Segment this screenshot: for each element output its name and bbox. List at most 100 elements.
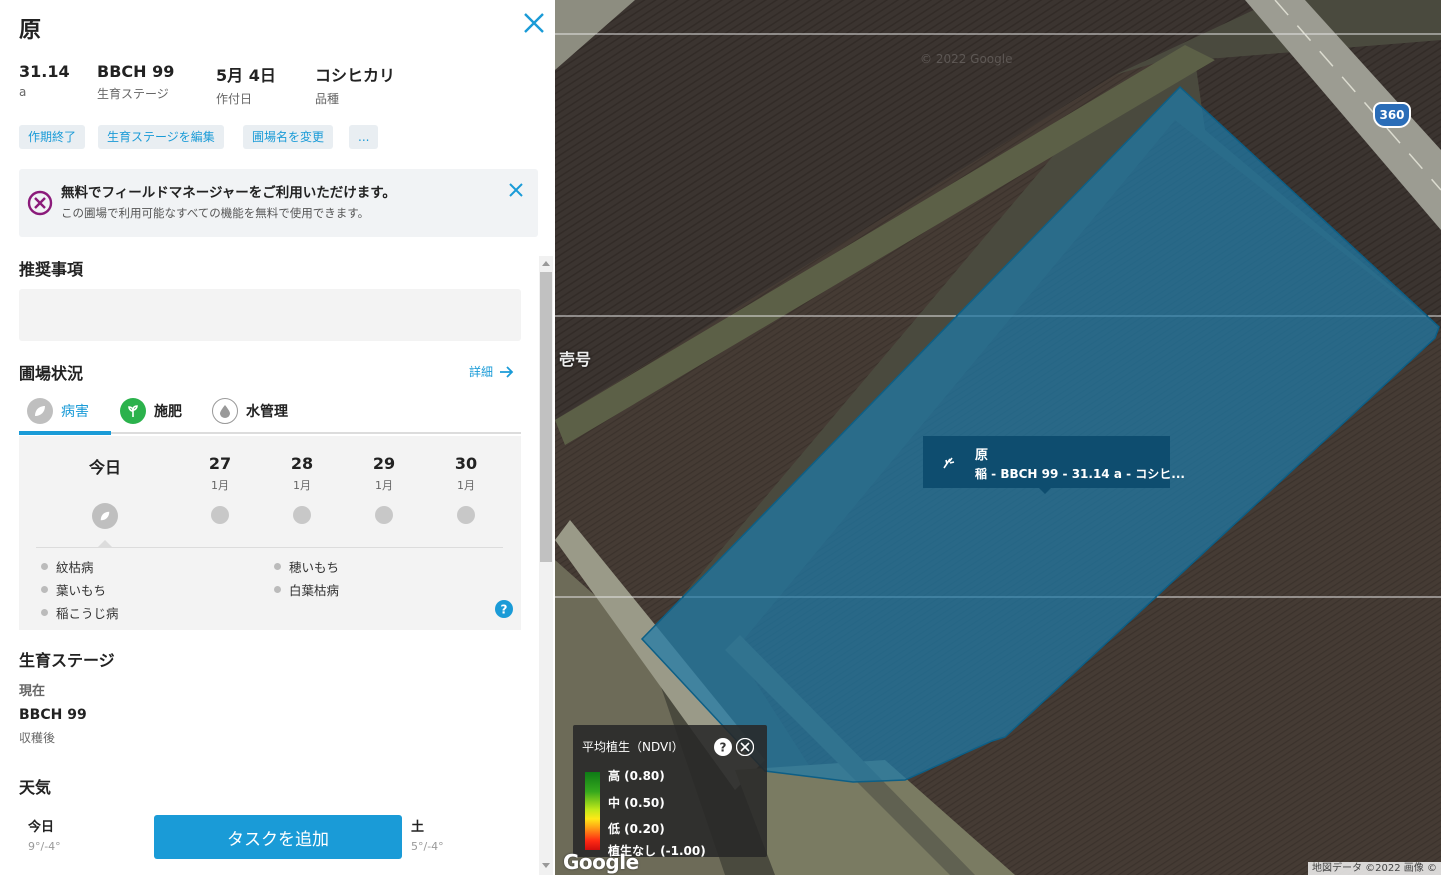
forecast-day-today[interactable]: 今日 <box>80 454 130 482</box>
forecast-day[interactable]: 30 1月 <box>441 454 491 493</box>
route-shield: 360 <box>1373 102 1411 128</box>
detail-link[interactable]: 詳細 <box>469 363 515 380</box>
fieldmanager-logo-icon <box>27 190 53 216</box>
stat-label: 品種 <box>315 92 340 106</box>
legend-item: 中 (0.50) <box>608 796 665 810</box>
forecast-day[interactable]: 28 1月 <box>277 454 327 493</box>
weather-temp: 5°/-4° <box>411 840 444 853</box>
day-label: 今日 <box>88 458 121 477</box>
tab-label: 水管理 <box>246 404 288 420</box>
weather-day: 今日 <box>28 820 55 835</box>
google-logo: Google <box>563 850 639 874</box>
weather-title: 天気 <box>19 778 52 797</box>
svg-text:?: ? <box>501 603 508 617</box>
panel-scrollbar[interactable] <box>539 256 553 875</box>
tooltip-title: 原 <box>975 448 989 463</box>
legend-item: 低 (0.20) <box>608 822 665 836</box>
day-label: 30 <box>454 454 478 473</box>
svg-text:?: ? <box>720 741 727 755</box>
detail-link-label: 詳細 <box>469 365 494 379</box>
forecast-day[interactable]: 29 1月 <box>359 454 409 493</box>
leaf-icon <box>27 398 53 424</box>
satellite-map[interactable]: 360 壱号 © 2022 Google 原 稲 - BBCH 99 - 31.… <box>555 0 1441 875</box>
risk-dot <box>375 506 393 524</box>
disease-item: 稲こうじ病 <box>38 603 119 622</box>
scrollbar-thumb[interactable] <box>540 272 552 562</box>
tab-label: 病害 <box>61 404 89 420</box>
legend-close-icon[interactable] <box>736 738 754 756</box>
selected-day-caret <box>98 540 112 547</box>
water-drop-icon <box>212 398 238 424</box>
stat-label: a <box>19 85 27 99</box>
disease-item: 白葉枯病 <box>271 580 339 599</box>
legend-help-icon[interactable]: ? <box>714 738 732 756</box>
help-icon[interactable]: ? <box>495 600 513 618</box>
risk-dot <box>211 506 229 524</box>
stat-area: 31.14 a <box>19 62 70 99</box>
rice-icon <box>943 457 955 469</box>
stat-value: BBCH 99 <box>97 62 175 81</box>
field-tooltip[interactable]: 原 稲 - BBCH 99 - 31.14 a - コシヒ... <box>923 436 1185 494</box>
month-label: 1月 <box>375 479 393 492</box>
risk-leaf-icon <box>92 503 118 529</box>
growth-stage-title: 生育ステージ <box>19 651 115 670</box>
risk-dot <box>457 506 475 524</box>
day-label: 29 <box>372 454 396 473</box>
disease-item: 穂いもち <box>271 557 339 576</box>
legend-title: 平均植生（NDVI） <box>582 740 684 754</box>
stat-value: 5月 4日 <box>216 66 276 85</box>
disease-item: 葉いもち <box>38 580 106 599</box>
stat-variety: コシヒカリ 品種 <box>315 62 395 107</box>
forecast-divider <box>36 547 503 548</box>
tab-water[interactable]: 水管理 <box>212 398 288 424</box>
tab-fertilizer[interactable]: 施肥 <box>120 398 182 424</box>
add-task-button[interactable]: タスクを追加 <box>154 815 402 859</box>
promo-close-icon[interactable] <box>508 182 524 198</box>
more-actions-button[interactable]: ... <box>349 125 379 149</box>
map-attribution[interactable]: 地図データ ©2022 画像 © <box>1308 862 1441 875</box>
tab-label: 施肥 <box>154 404 182 420</box>
legend-item: 高 (0.80) <box>608 769 665 783</box>
close-icon[interactable] <box>521 10 547 36</box>
forecast-day[interactable]: 27 1月 <box>195 454 245 493</box>
promo-subtitle: この圃場で利用可能なすべての機能を無料で使用できます。 <box>61 206 370 220</box>
disease-forecast-card: 今日 27 1月 28 1月 29 1月 30 1月 紋枯病 葉いもち 稲こうじ… <box>19 436 521 630</box>
scroll-up-icon[interactable] <box>542 260 550 266</box>
place-label: 壱号 <box>559 350 592 369</box>
sprout-icon <box>120 398 146 424</box>
growth-stage-value: BBCH 99 <box>19 707 87 723</box>
recommendations-title: 推奨事項 <box>19 260 84 279</box>
day-label: 27 <box>208 454 232 473</box>
scroll-down-icon[interactable] <box>542 863 550 869</box>
map-watermark: © 2022 Google <box>920 52 1013 66</box>
stat-value: コシヒカリ <box>315 66 396 85</box>
ndvi-color-scale <box>585 772 600 850</box>
risk-dot <box>293 506 311 524</box>
tab-active-indicator <box>19 431 111 435</box>
rename-field-button[interactable]: 圃場名を変更 <box>243 125 334 149</box>
ndvi-legend: 平均植生（NDVI） ? 高 (0.80) 中 (0.50) 低 (0.20) … <box>573 725 767 858</box>
stat-growth-stage: BBCH 99 生育ステージ <box>97 62 174 102</box>
end-season-button[interactable]: 作期終了 <box>19 125 86 149</box>
stat-value: 31.14 <box>19 62 70 81</box>
month-label: 1月 <box>211 479 229 492</box>
growth-current-label: 現在 <box>19 684 46 699</box>
month-label: 1月 <box>457 479 475 492</box>
recommendations-box <box>19 289 521 341</box>
arrow-right-icon <box>500 365 514 378</box>
day-label: 28 <box>290 454 314 473</box>
disease-item: 紋枯病 <box>38 557 94 576</box>
stat-label: 作付日 <box>216 92 253 106</box>
weather-day: 土 <box>411 820 425 835</box>
month-label: 1月 <box>293 479 311 492</box>
promo-title: 無料でフィールドマネージャーをご利用いただけます。 <box>61 185 396 201</box>
tooltip-subtitle: 稲 - BBCH 99 - 31.14 a - コシヒ... <box>975 467 1185 481</box>
stat-label: 生育ステージ <box>97 87 169 101</box>
edit-growth-stage-button[interactable]: 生育ステージを編集 <box>98 125 224 149</box>
field-status-title: 圃場状況 <box>19 364 84 383</box>
field-title: 原 <box>19 18 42 43</box>
promo-banner: 無料でフィールドマネージャーをご利用いただけます。 この圃場で利用可能なすべての… <box>19 169 538 237</box>
weather-temp: 9°/-4° <box>28 840 61 853</box>
tab-disease[interactable]: 病害 <box>27 398 89 424</box>
tooltip-pointer <box>1039 488 1051 494</box>
